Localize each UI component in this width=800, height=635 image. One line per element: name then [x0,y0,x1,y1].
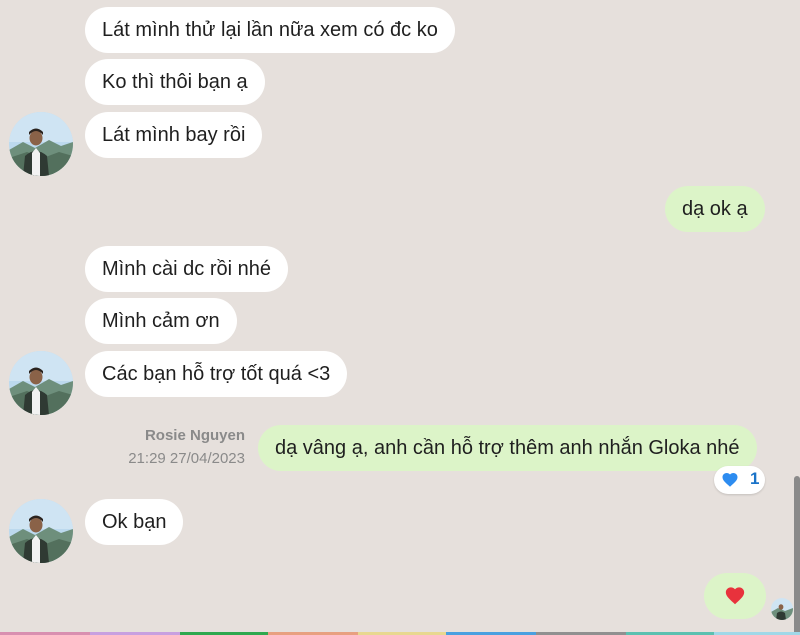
message-bubble[interactable]: Lát mình bay rồi [85,112,263,158]
heart-icon [722,472,738,487]
scrollbar[interactable] [794,0,800,635]
message-bubble-heart[interactable] [704,573,766,619]
message-bubble[interactable]: Lát mình thử lại lần nữa xem có đc ko [85,7,455,53]
avatar[interactable] [9,112,73,176]
scrollbar-thumb[interactable] [794,476,800,635]
message-bubble-outgoing[interactable]: dạ vâng ạ, anh cần hỗ trợ thêm anh nhắn … [258,425,757,471]
message-bubble[interactable]: Mình cảm ơn [85,298,237,344]
reaction-count: 1 [750,469,760,488]
message-bubble-outgoing[interactable]: dạ ok ạ [665,186,765,232]
heart-icon [725,587,745,605]
message-bubble[interactable]: Ko thì thôi bạn ạ [85,59,265,105]
reaction-badge[interactable]: 1 [714,466,765,494]
message-bubble[interactable]: Ok bạn [85,499,184,545]
sender-name: Rosie Nguyen [144,427,245,444]
avatar[interactable] [9,351,73,415]
message-bubble[interactable]: Mình cài dc rồi nhé [85,246,288,292]
seen-avatar [771,598,793,620]
chat-conversation: Lát mình thử lại lần nữa xem có đc ko Ko… [0,0,800,635]
message-bubble[interactable]: Các bạn hỗ trợ tốt quá <3 [85,351,348,397]
avatar[interactable] [9,499,73,563]
message-timestamp: 21:29 27/04/2023 [128,450,245,467]
